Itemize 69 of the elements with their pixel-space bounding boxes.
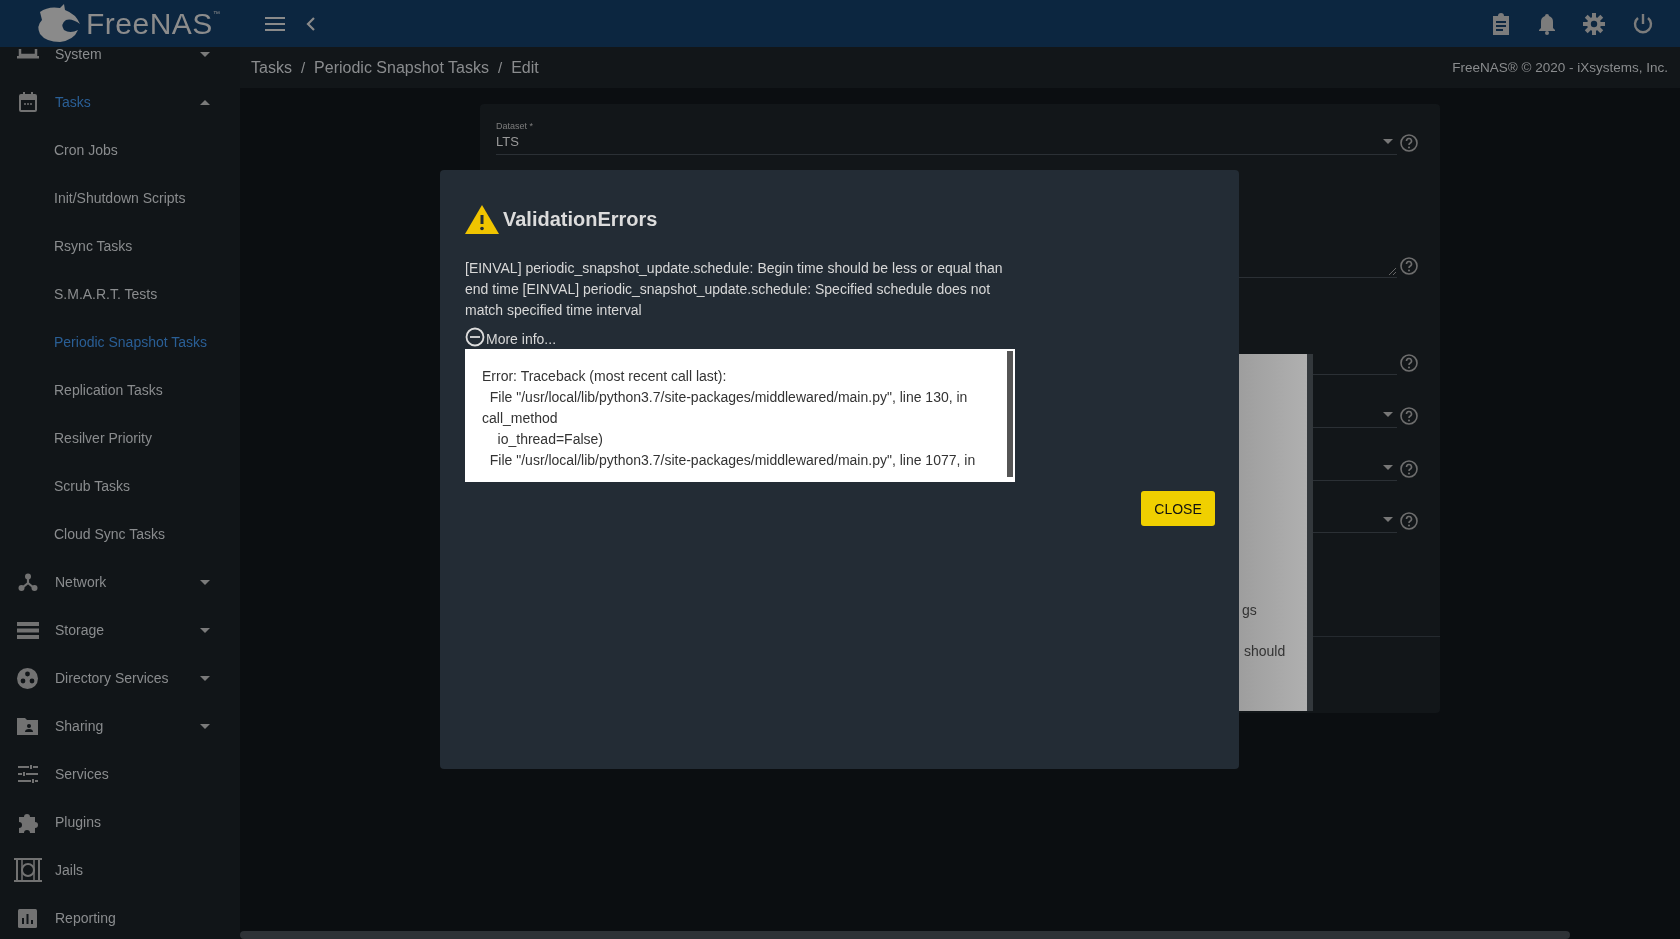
- copyright-text: FreeNAS® © 2020 - iXsystems, Inc.: [1452, 60, 1668, 75]
- sidebar-item[interactable]: Plugins: [0, 798, 240, 846]
- shared-folder-icon: [17, 717, 38, 735]
- caret-up-icon: [200, 99, 210, 105]
- sidebar-subitem[interactable]: Rsync Tasks: [0, 222, 240, 270]
- sidebar-subitem[interactable]: Scrub Tasks: [0, 462, 240, 510]
- cage-icon: [13, 858, 42, 882]
- warning-icon: [465, 205, 499, 234]
- help-icon[interactable]: [1400, 354, 1418, 372]
- sidebar-item[interactable]: System: [0, 47, 240, 78]
- caret-down-icon: [200, 675, 210, 681]
- breadcrumb-link[interactable]: Tasks: [251, 58, 292, 77]
- help-icon[interactable]: [1400, 134, 1418, 152]
- traceback-field[interactable]: Error: Traceback (most recent call last): File "/usr/local/lib/python3.7/site-packages/middlewared/main.py", line 130, in call_method io_thread=False) File "/usr/local/lib/python3.7/site-packages/middlewared/main.py", line 1077, in: [465, 349, 1015, 482]
- caret-down-icon: [200, 627, 210, 633]
- network-icon: [17, 573, 38, 591]
- caret-down-icon: [200, 723, 210, 729]
- more-info-toggle[interactable]: More info...: [465, 327, 557, 347]
- sidebar-item[interactable]: Storage: [0, 606, 240, 654]
- sidebar-item[interactable]: Reporting: [0, 894, 240, 939]
- dialog-title: ValidationErrors: [503, 208, 658, 231]
- caret-down-icon: [1383, 465, 1393, 470]
- chevron-left-icon[interactable]: [306, 16, 315, 31]
- sidebar-subitem[interactable]: Cloud Sync Tasks: [0, 510, 240, 558]
- puzzle-icon: [17, 811, 38, 833]
- sidebar-item[interactable]: Jails: [0, 846, 240, 894]
- resize-handle-icon[interactable]: [1388, 267, 1396, 275]
- bell-icon[interactable]: [1538, 12, 1556, 35]
- caret-down-icon: [1383, 517, 1393, 522]
- clipboard-icon[interactable]: [1491, 12, 1511, 35]
- sidebar-subitem[interactable]: S.M.A.R.T. Tests: [0, 270, 240, 318]
- breadcrumb-separator: /: [498, 59, 503, 76]
- breadcrumb-link[interactable]: Periodic Snapshot Tasks: [314, 58, 489, 77]
- tooltip-text: gs: [1242, 601, 1257, 620]
- sidebar-subitem[interactable]: Replication Tasks: [0, 366, 240, 414]
- breadcrumb-current: Edit: [511, 58, 539, 77]
- caret-down-icon: [200, 51, 210, 57]
- form-field[interactable]: Dataset * LTS: [496, 121, 1397, 155]
- directory-icon: [17, 667, 38, 689]
- close-button[interactable]: CLOSE: [1141, 491, 1215, 526]
- laptop-icon: [16, 49, 39, 59]
- sidebar-item[interactable]: Sharing: [0, 702, 240, 750]
- help-icon[interactable]: [1400, 460, 1418, 478]
- bar-chart-icon: [18, 908, 37, 928]
- settings-icon[interactable]: [1583, 12, 1605, 35]
- caret-down-icon: [1383, 139, 1393, 144]
- minus-circle-icon: [465, 327, 485, 347]
- breadcrumb-separator: /: [300, 59, 306, 76]
- sidebar-subitem[interactable]: Cron Jobs: [0, 126, 240, 174]
- sidebar-item[interactable]: Directory Services: [0, 654, 240, 702]
- sidebar-subitem[interactable]: Init/Shutdown Scripts: [0, 174, 240, 222]
- menu-icon[interactable]: [265, 16, 285, 31]
- tooltip-text: should: [1244, 642, 1286, 661]
- sidebar-item[interactable]: Network: [0, 558, 240, 606]
- error-message: [EINVAL] periodic_snapshot_update.schedule: Begin time should be less or equal than end time [EINVAL] periodic_snapshot_update.schedule: Specified schedule does not match specified time interval: [465, 259, 1004, 320]
- power-icon[interactable]: [1632, 12, 1654, 35]
- logo-text: FreeNAS$^{™}$: [86, 6, 221, 41]
- calendar-icon: [18, 92, 37, 112]
- help-icon[interactable]: [1400, 257, 1418, 275]
- storage-icon: [16, 621, 39, 639]
- caret-down-icon: [1383, 412, 1393, 417]
- help-icon[interactable]: [1400, 512, 1418, 530]
- sidebar-item[interactable]: Tasks: [0, 78, 240, 126]
- scrollbar[interactable]: [240, 931, 1570, 939]
- sidebar-subitem[interactable]: Resilver Priority: [0, 414, 240, 462]
- caret-down-icon: [200, 579, 210, 585]
- sidebar-item[interactable]: Services: [0, 750, 240, 798]
- help-icon[interactable]: [1400, 407, 1418, 425]
- sliders-icon: [17, 765, 38, 783]
